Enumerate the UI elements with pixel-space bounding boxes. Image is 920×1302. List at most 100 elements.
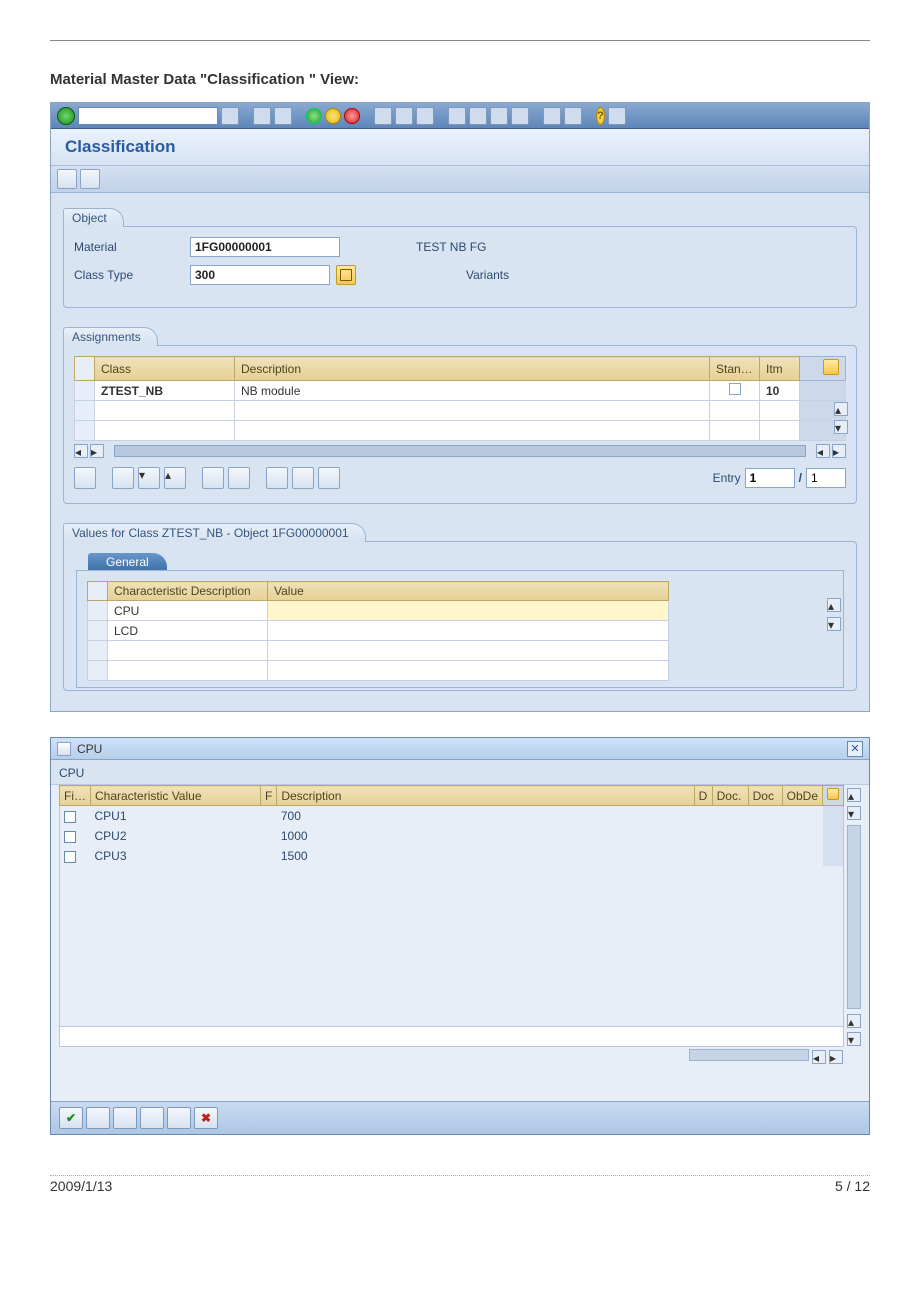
popup-scroll-up2-icon[interactable]: ▴ <box>847 1014 861 1028</box>
table-row[interactable] <box>88 641 669 661</box>
col-stan: Stan… <box>710 357 760 381</box>
cell-desc: 1000 <box>277 826 694 846</box>
scroll-down-icon[interactable]: ▾ <box>834 420 848 434</box>
col-rowselect <box>88 582 108 601</box>
print-button[interactable] <box>140 1107 164 1129</box>
values-table: Characteristic Description Value CPU LCD <box>87 581 669 681</box>
row-checkbox[interactable] <box>64 851 76 863</box>
nav-back-icon[interactable] <box>306 108 322 124</box>
doc-heading: Material Master Data "Classification " V… <box>50 71 870 88</box>
stan-checkbox[interactable] <box>729 383 741 395</box>
popup-footer: ✔ ✖ <box>51 1101 869 1134</box>
next-entry-icon[interactable]: ▴ <box>164 467 186 489</box>
save-icon[interactable] <box>274 107 292 125</box>
help-icon[interactable]: ? <box>596 107 605 125</box>
table-config-icon[interactable] <box>827 788 839 800</box>
col-class: Class <box>95 357 235 381</box>
table-row[interactable]: ZTEST_NB NB module 10 <box>75 381 846 401</box>
values-scroll-up-icon[interactable]: ▴ <box>827 598 841 612</box>
hscroll-right2-icon[interactable]: ▸ <box>832 444 846 458</box>
hscroll-right-icon[interactable]: ▸ <box>90 444 104 458</box>
deselect-icon[interactable] <box>292 467 314 489</box>
nav-exit-icon[interactable] <box>325 108 341 124</box>
scroll-up-icon[interactable]: ▴ <box>834 402 848 416</box>
material-field[interactable] <box>190 237 340 257</box>
table-row[interactable] <box>75 401 846 421</box>
cancel-button[interactable]: ✖ <box>194 1107 218 1129</box>
popup-hscroll-right-icon[interactable]: ▸ <box>829 1050 843 1064</box>
value-help-table: Fi… Characteristic Value F Description D… <box>59 785 844 1027</box>
filter-button[interactable] <box>167 1107 191 1129</box>
dropdown-icon[interactable] <box>221 107 239 125</box>
copy-icon[interactable] <box>202 467 224 489</box>
new-session-icon[interactable] <box>543 107 561 125</box>
col-value: Value <box>268 582 669 601</box>
hscroll-left-icon[interactable]: ◂ <box>74 444 88 458</box>
hscroll-track[interactable] <box>114 445 806 457</box>
print-icon[interactable] <box>374 107 392 125</box>
col-desc: Description <box>277 786 694 806</box>
tab-assignments[interactable]: Assignments <box>63 327 158 346</box>
cell-charval: CPU2 <box>91 826 261 846</box>
accept-button[interactable]: ✔ <box>59 1107 83 1129</box>
class-type-field[interactable] <box>190 265 330 285</box>
popup-subtitle: CPU <box>51 760 869 784</box>
nav-cancel-icon[interactable] <box>344 108 360 124</box>
table-row[interactable]: CPU <box>88 601 669 621</box>
sort-icon[interactable] <box>318 467 340 489</box>
values-scroll-down-icon[interactable]: ▾ <box>827 617 841 631</box>
last-page-icon[interactable] <box>511 107 529 125</box>
assignments-table: Class Description Stan… Itm ZTEST_NB NB … <box>74 356 846 441</box>
find-next-icon[interactable] <box>416 107 434 125</box>
cell-value[interactable] <box>268 601 669 621</box>
popup-scroll-down2-icon[interactable]: ▾ <box>847 1032 861 1046</box>
system-toolbar: ? <box>51 103 869 129</box>
cell-itm: 10 <box>760 381 800 401</box>
row-checkbox[interactable] <box>64 831 76 843</box>
tab-object[interactable]: Object <box>63 208 124 227</box>
prev-page-icon[interactable] <box>469 107 487 125</box>
entry-sep: / <box>799 471 802 485</box>
footer-btn-3[interactable] <box>113 1107 137 1129</box>
screen-title: Classification <box>51 129 869 166</box>
table-row[interactable]: CPU2 1000 <box>60 826 844 846</box>
footer-btn-2[interactable] <box>86 1107 110 1129</box>
table-row[interactable]: LCD <box>88 621 669 641</box>
delete-icon[interactable] <box>228 467 250 489</box>
tab-general[interactable]: General <box>88 553 167 571</box>
app-btn-1[interactable] <box>57 169 77 189</box>
find-icon[interactable] <box>395 107 413 125</box>
next-page-icon[interactable] <box>490 107 508 125</box>
table-row[interactable] <box>75 421 846 441</box>
first-page-icon[interactable] <box>448 107 466 125</box>
cell-value[interactable] <box>268 621 669 641</box>
row-checkbox[interactable] <box>64 811 76 823</box>
cell-class[interactable]: ZTEST_NB <box>95 381 235 401</box>
table-row[interactable] <box>88 661 669 681</box>
app-btn-2[interactable] <box>80 169 100 189</box>
command-field[interactable] <box>78 107 218 125</box>
popup-scrollbar[interactable] <box>847 825 861 1009</box>
close-icon[interactable]: ✕ <box>847 741 863 757</box>
layout-icon[interactable] <box>608 107 626 125</box>
col-fi: Fi… <box>60 786 91 806</box>
back-icon[interactable] <box>253 107 271 125</box>
enter-icon[interactable] <box>57 107 75 125</box>
footer-page: 5 / 12 <box>835 1178 870 1194</box>
insert-row-icon[interactable] <box>74 467 96 489</box>
col-char-desc: Characteristic Description <box>108 582 268 601</box>
popup-scroll-down-icon[interactable]: ▾ <box>847 806 861 820</box>
table-row[interactable]: CPU1 700 <box>60 806 844 827</box>
hscroll-left2-icon[interactable]: ◂ <box>816 444 830 458</box>
select-all-icon[interactable] <box>266 467 288 489</box>
prev-entry-icon[interactable]: ▾ <box>138 467 160 489</box>
popup-hscroll-left-icon[interactable]: ◂ <box>812 1050 826 1064</box>
shortcut-icon[interactable] <box>564 107 582 125</box>
find-row-icon[interactable] <box>112 467 134 489</box>
class-type-help-icon[interactable] <box>336 265 356 285</box>
entry-current[interactable] <box>745 468 795 488</box>
popup-scroll-up-icon[interactable]: ▴ <box>847 788 861 802</box>
table-row[interactable]: CPU3 1500 <box>60 846 844 866</box>
popup-hscroll-track[interactable] <box>689 1049 809 1061</box>
col-f: F <box>261 786 277 806</box>
